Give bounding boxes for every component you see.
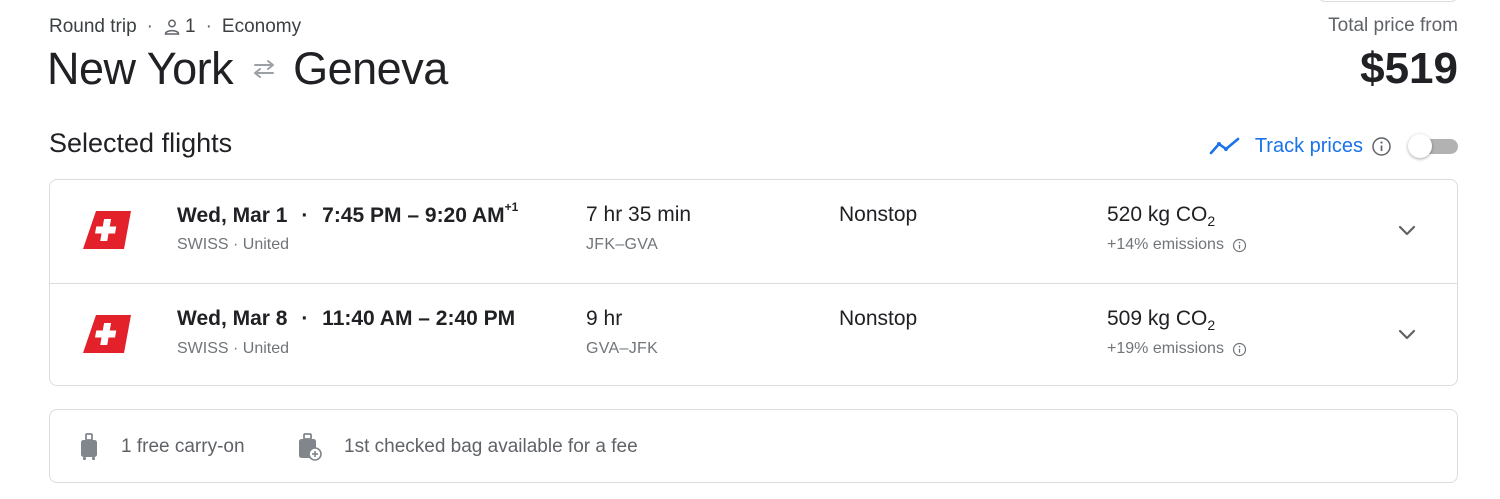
flight-stops: Nonstop: [839, 307, 918, 330]
flight-times: Wed, Mar 1 · 7:45 PM – 9:20 AM+1: [177, 200, 519, 228]
total-price-label: Total price from: [1328, 15, 1458, 36]
selected-flights-card: Wed, Mar 1 · 7:45 PM – 9:20 AM+1 SWISS ·…: [49, 179, 1458, 386]
track-prices-label[interactable]: Track prices: [1255, 135, 1363, 158]
separator-dot: ·: [301, 204, 309, 227]
passenger-count: 1: [185, 16, 196, 37]
flight-date: Wed, Mar 1: [177, 204, 288, 227]
swiss-logo: [83, 315, 131, 353]
toggle-knob: [1408, 134, 1432, 158]
emissions-percent-label: +14% emissions: [1107, 236, 1224, 253]
emissions-value: 509 kg CO: [1107, 307, 1208, 330]
time-range: 7:45 PM – 9:20 AM: [322, 204, 505, 227]
info-icon[interactable]: [1232, 238, 1247, 253]
airline-names: SWISS · United: [177, 236, 290, 253]
separator-dot: ·: [146, 16, 153, 37]
carry-on-info: 1 free carry-on: [79, 433, 245, 461]
trip-type: Round trip: [49, 16, 137, 37]
total-price-value: $519: [1360, 44, 1458, 93]
day-offset: +1: [504, 200, 519, 214]
flight-duration: 7 hr 35 min: [586, 203, 692, 226]
info-icon[interactable]: [1371, 136, 1392, 157]
checked-bag-info: 1st checked bag available for a fee: [298, 433, 638, 461]
emissions-percent: +19% emissions: [1107, 340, 1247, 358]
flight-emissions: 520 kg CO2: [1107, 203, 1215, 229]
emissions-percent: +14% emissions: [1107, 236, 1247, 254]
carry-on-label: 1 free carry-on: [121, 436, 245, 457]
flight-date: Wed, Mar 8: [177, 307, 288, 330]
emissions-subscript: 2: [1207, 213, 1216, 229]
origin-city: New York: [47, 43, 234, 94]
trend-icon: [1209, 136, 1241, 156]
flight-times: Wed, Mar 8 · 11:40 AM – 2:40 PM: [177, 307, 515, 331]
flight-stops: Nonstop: [839, 203, 918, 226]
track-prices[interactable]: Track prices: [1209, 131, 1458, 161]
flight-row[interactable]: Wed, Mar 1 · 7:45 PM – 9:20 AM+1 SWISS ·…: [50, 180, 1457, 283]
carry-on-bag-icon: [79, 433, 99, 461]
trip-meta: Round trip · 1 · Economy: [49, 15, 301, 39]
track-prices-toggle[interactable]: [1408, 134, 1458, 158]
separator-dot: ·: [301, 307, 309, 330]
checked-bag-icon: [298, 433, 322, 461]
flight-row[interactable]: Wed, Mar 8 · 11:40 AM – 2:40 PM SWISS · …: [50, 283, 1457, 386]
checked-bag-label: 1st checked bag available for a fee: [344, 436, 638, 457]
emissions-subscript: 2: [1207, 317, 1216, 333]
selected-flights-heading: Selected flights: [49, 128, 233, 158]
time-range: 11:40 AM – 2:40 PM: [322, 307, 516, 330]
flight-airports: GVA–JFK: [586, 340, 659, 357]
baggage-info-card: 1 free carry-on 1st checked bag availabl…: [49, 409, 1458, 483]
swap-arrows-icon: [249, 58, 279, 80]
emissions-value: 520 kg CO: [1107, 203, 1208, 226]
flight-emissions: 509 kg CO2: [1107, 307, 1215, 333]
person-icon: [163, 18, 181, 36]
flight-airports: JFK–GVA: [586, 236, 659, 253]
swiss-logo: [83, 211, 131, 249]
top-right-control-edge[interactable]: [1318, 0, 1458, 2]
flight-duration: 9 hr: [586, 307, 623, 330]
chevron-down-icon[interactable]: [1392, 216, 1422, 246]
airline-names: SWISS · United: [177, 340, 290, 357]
chevron-down-icon[interactable]: [1392, 320, 1422, 350]
emissions-percent-label: +19% emissions: [1107, 340, 1224, 357]
destination-city: Geneva: [293, 43, 448, 94]
info-icon[interactable]: [1232, 342, 1247, 357]
separator-dot: ·: [205, 16, 212, 37]
route-title: New York Geneva: [47, 42, 448, 96]
cabin-class: Economy: [221, 16, 302, 37]
